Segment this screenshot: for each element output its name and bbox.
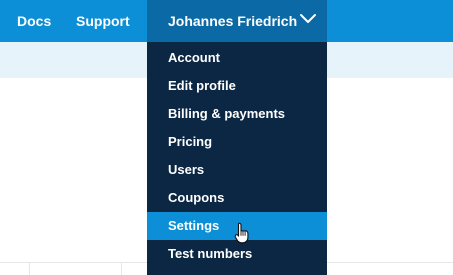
chevron-down-icon [300, 14, 316, 23]
menu-item-test-numbers[interactable]: Test numbers [147, 240, 327, 268]
menu-item-users[interactable]: Users [147, 156, 327, 184]
user-menu-button[interactable]: Johannes Friedrich [147, 0, 327, 42]
column-divider [121, 263, 122, 275]
nav-link-support[interactable]: Support [76, 0, 130, 42]
user-name: Johannes Friedrich [168, 13, 298, 29]
menu-item-coupons[interactable]: Coupons [147, 184, 327, 212]
column-divider [29, 263, 30, 275]
menu-item-pricing[interactable]: Pricing [147, 128, 327, 156]
menu-item-account[interactable]: Account [147, 44, 327, 72]
hand-pointer-icon [234, 222, 249, 244]
nav-link-docs[interactable]: Docs [17, 0, 51, 42]
menu-item-billing-payments[interactable]: Billing & payments [147, 100, 327, 128]
menu-item-edit-profile[interactable]: Edit profile [147, 72, 327, 100]
top-nav-bar: Docs Support Johannes Friedrich [0, 0, 453, 42]
